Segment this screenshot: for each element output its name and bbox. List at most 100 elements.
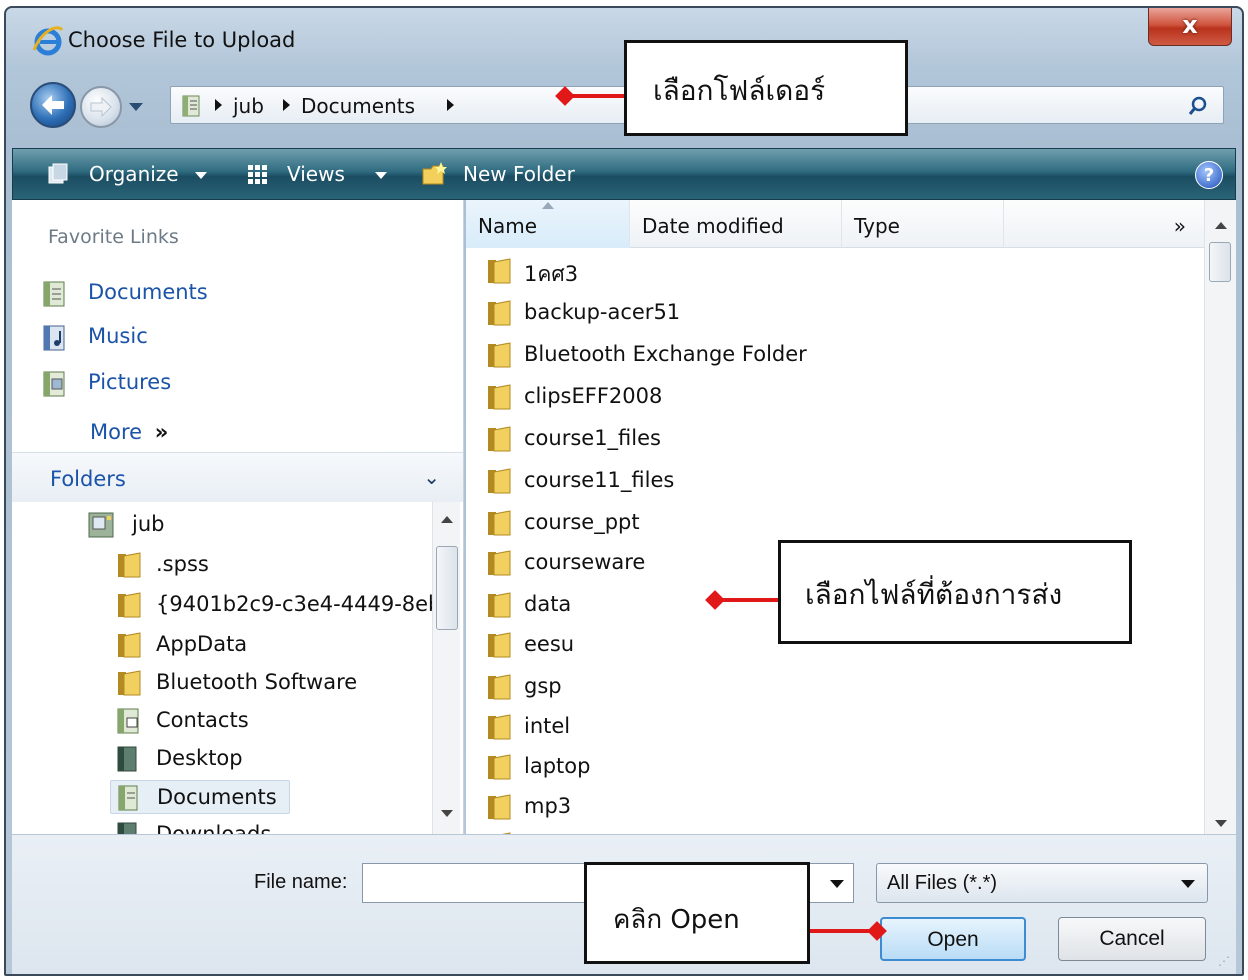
file-name-dropdown-icon[interactable] [820,864,854,902]
breadcrumb-documents[interactable]: Documents [301,94,415,118]
tree-item-label: jub [132,512,165,536]
scroll-down-icon[interactable] [1215,820,1227,827]
new-folder-button[interactable]: New Folder [463,162,575,186]
documents-icon [118,785,138,811]
column-header-label: Type [854,214,900,238]
folder-icon [488,632,511,658]
documents-icon [182,95,200,117]
breadcrumb-separator-icon[interactable] [283,99,290,111]
favorite-link-label: Documents [88,280,208,304]
folder-icon [488,258,511,284]
column-header-date-modified[interactable]: Date modified [630,200,842,248]
folders-header[interactable]: Folders ⌄ [12,452,463,502]
file-name: course1_files [524,426,661,450]
double-chevron-icon: » [154,420,169,444]
close-button[interactable]: x [1148,8,1232,46]
tree-item-documents[interactable]: Documents [110,780,290,814]
breadcrumb-separator-icon[interactable] [447,99,454,111]
annotation-click-open: คลิก Open [584,862,810,964]
views-button[interactable]: Views [287,162,345,186]
folder-icon [118,632,141,658]
search-icon[interactable] [1187,95,1209,117]
views-icon [248,165,267,184]
favorite-link-label: Music [88,324,148,348]
tree-item-label: Bluetooth Software [156,670,358,694]
file-type-select[interactable]: All Files (*.*) [876,863,1208,903]
open-button[interactable]: Open [880,917,1026,961]
more-favorites-link[interactable]: More » [90,420,168,444]
folder-icon [118,592,141,618]
folder-tree-scrollbar[interactable] [432,502,460,834]
window-title: Choose File to Upload [68,28,296,52]
forward-button[interactable] [80,86,122,128]
file-name: data [524,592,572,616]
file-name: clipsEFF2008 [524,384,663,408]
scroll-up-icon[interactable] [441,516,453,523]
column-header-name[interactable]: Name [466,200,630,248]
folder-icon [488,300,511,326]
command-toolbar: Organize Views New Folder ? [12,148,1236,200]
chevron-down-icon[interactable]: ⌄ [423,465,440,489]
folder-icon [488,550,511,576]
file-name: 1คศ3 [524,262,579,286]
folder-icon [488,342,511,368]
column-header-label: Date modified [642,214,784,238]
more-label: More [90,420,143,444]
folder-icon [488,426,511,452]
tree-item-label: Desktop [156,746,243,770]
scroll-down-icon[interactable] [441,810,453,817]
breadcrumb-jub[interactable]: jub [233,94,264,118]
organize-dropdown-icon[interactable] [195,172,207,179]
annotation-arrow [718,598,778,602]
organize-button[interactable]: Organize [89,162,179,186]
navigation-pane: Favorite Links Documents Music Pictures … [12,200,464,834]
favorite-links-heading: Favorite Links [48,226,179,248]
file-name: Bluetooth Exchange Folder [524,342,807,366]
sort-ascending-icon [542,202,554,209]
annotation-text: คลิก Open [613,905,740,935]
file-name-label: File name: [254,871,348,893]
column-header-label: Name [478,214,538,238]
file-list-scrollbar[interactable] [1204,200,1236,834]
file-name: courseware [524,550,646,574]
breadcrumb-separator-icon[interactable] [215,99,222,111]
internet-explorer-icon [32,26,64,56]
file-list-pane: Name Date modified Type » 1คศ3 backup-ac… [466,200,1236,834]
file-name: eesu [524,632,575,656]
annotation-select-file: เลือกไฟล์ที่ต้องการส่ง [778,540,1132,644]
back-button[interactable] [30,82,76,128]
scrollbar-thumb[interactable] [436,546,458,630]
folder-icon [488,592,511,618]
scroll-up-icon[interactable] [1215,222,1227,229]
views-dropdown-icon[interactable] [375,172,387,179]
folder-icon [488,794,511,820]
scrollbar-thumb[interactable] [1209,242,1231,282]
file-name: backup-acer51 [524,300,681,324]
folder-icon [488,384,511,410]
music-icon [43,325,65,351]
organize-icon [48,163,68,184]
file-name: mp3 [524,794,572,818]
folder-icon [488,510,511,536]
back-arrow-icon [42,95,64,115]
recent-pages-dropdown-icon[interactable] [126,98,146,116]
column-header-type[interactable]: Type [842,200,1004,248]
folders-heading: Folders [50,467,126,491]
cancel-button[interactable]: Cancel [1058,917,1206,961]
folder-icon [488,714,511,740]
favorite-link-label: Pictures [88,370,172,394]
tree-item-label: Contacts [156,708,249,732]
more-columns-icon[interactable]: » [1174,214,1186,238]
help-icon[interactable]: ? [1195,161,1223,189]
file-name: intel [524,714,571,738]
tree-item-label: Downloads [156,822,272,834]
file-name: gsp [524,674,562,698]
downloads-icon [117,822,137,834]
folder-icon [488,468,511,494]
chevron-down-icon [1181,880,1195,888]
resize-grip-icon[interactable]: ⋰ [1218,954,1230,968]
file-name: laptop [524,754,591,778]
folder-icon [118,670,141,696]
annotation-select-folder: เลือกโฟล์เดอร์ [624,40,908,136]
new-folder-icon [422,162,447,185]
